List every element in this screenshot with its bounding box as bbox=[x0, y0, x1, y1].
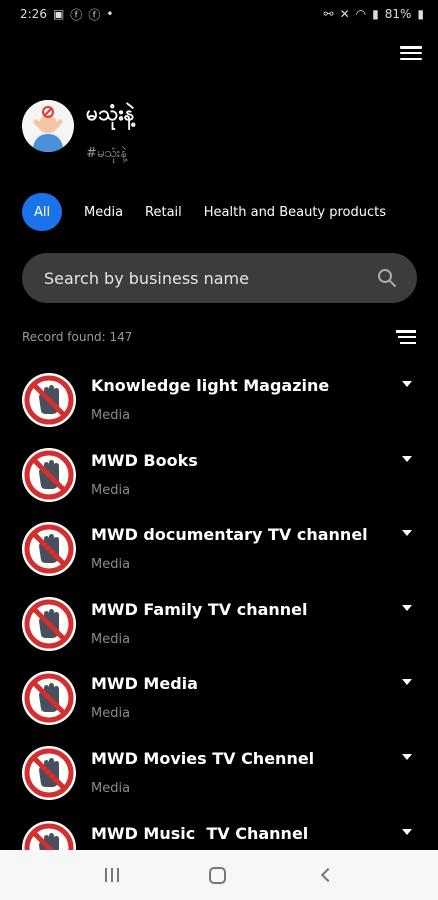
list-item[interactable]: MWD Movies TV Chennel Media bbox=[0, 739, 438, 814]
prohibited-hand-icon bbox=[22, 596, 76, 651]
chevron-down-icon[interactable] bbox=[402, 381, 412, 387]
prohibited-hand-icon bbox=[22, 373, 76, 427]
business-category: Media bbox=[91, 780, 131, 796]
home-icon[interactable] bbox=[209, 866, 227, 884]
recent-apps-icon[interactable] bbox=[105, 868, 120, 882]
business-name: MWD Media bbox=[91, 674, 198, 694]
navigation-bar bbox=[0, 850, 438, 900]
dot-icon: • bbox=[106, 7, 114, 21]
chevron-down-icon[interactable] bbox=[402, 455, 412, 462]
avatar bbox=[22, 100, 74, 152]
tab-all[interactable]: All bbox=[22, 193, 62, 231]
category-tabs: All Media Retail Health and Beauty produ… bbox=[22, 193, 438, 231]
tab-health-beauty[interactable]: Health and Beauty products bbox=[204, 205, 386, 220]
business-list: Knowledge light Magazine Media MWD Books… bbox=[0, 366, 438, 888]
chevron-down-icon[interactable] bbox=[402, 679, 412, 686]
chevron-down-icon[interactable] bbox=[402, 753, 412, 760]
list-item[interactable]: MWD Family TV channel Media bbox=[0, 590, 438, 665]
business-name: Knowledge light Magazine bbox=[91, 376, 330, 395]
search-bar bbox=[22, 253, 417, 303]
menu-icon[interactable] bbox=[400, 44, 422, 62]
link-icon: ⚯ bbox=[323, 7, 334, 21]
list-item[interactable]: MWD documentary TV channel Media bbox=[0, 515, 438, 590]
business-category: Media bbox=[91, 482, 131, 498]
record-row: Record found: 147 bbox=[22, 330, 416, 344]
tab-retail[interactable]: Retail bbox=[145, 205, 182, 220]
list-item[interactable]: Knowledge light Magazine Media bbox=[0, 366, 438, 441]
battery-icon: ▮ bbox=[417, 7, 424, 21]
page-handle: #မသုံးနဲ့ bbox=[86, 146, 127, 161]
record-count: Record found: 147 bbox=[22, 330, 133, 344]
battery-percent: 81% bbox=[384, 7, 412, 21]
search-icon[interactable] bbox=[377, 268, 397, 288]
prohibited-hand-icon bbox=[22, 522, 76, 577]
page-title: မသုံးနဲ့ bbox=[86, 101, 135, 125]
sort-icon[interactable] bbox=[396, 330, 416, 344]
chevron-down-icon[interactable] bbox=[402, 828, 412, 835]
business-category: Media bbox=[91, 706, 131, 722]
avatar-illustration-icon bbox=[22, 100, 74, 152]
facebook-icon: ⓕ bbox=[70, 7, 83, 22]
search-input[interactable] bbox=[44, 268, 364, 288]
business-category: Media bbox=[91, 557, 131, 573]
signal-icon: ▮ bbox=[372, 7, 379, 21]
tab-label: All bbox=[33, 204, 51, 220]
business-name: MWD Books bbox=[91, 450, 198, 470]
back-icon[interactable] bbox=[320, 867, 335, 883]
status-time: 2:26 bbox=[20, 7, 47, 21]
profile-header: မသုံးနဲ့ #မသုံးနဲ့ bbox=[22, 100, 135, 164]
list-item[interactable]: MWD Media Media bbox=[0, 664, 438, 739]
prohibited-hand-icon bbox=[22, 671, 76, 726]
facebook-icon: ⓕ bbox=[88, 7, 101, 22]
business-name: MWD Family TV channel bbox=[91, 599, 308, 619]
wifi-icon: ◠ bbox=[355, 7, 367, 21]
business-category: Media bbox=[91, 408, 131, 423]
business-name: MWD documentary TV channel bbox=[91, 525, 368, 545]
prohibited-hand-icon bbox=[22, 447, 76, 502]
business-name: MWD Music TV Channel bbox=[91, 823, 309, 843]
business-category: Media bbox=[91, 631, 131, 647]
list-item[interactable]: MWD Books Media bbox=[0, 441, 438, 516]
chevron-down-icon[interactable] bbox=[402, 604, 412, 611]
chevron-down-icon[interactable] bbox=[402, 530, 412, 537]
prohibited-hand-icon bbox=[22, 745, 76, 800]
business-name: MWD Movies TV Chennel bbox=[91, 748, 315, 768]
status-bar: 2:26 ▣ ⓕ ⓕ • ⚯ ✕ ◠ ▮ 81% ▮ bbox=[0, 0, 438, 28]
gallery-icon: ▣ bbox=[52, 7, 65, 21]
mute-icon: ✕ bbox=[339, 7, 350, 21]
tab-media[interactable]: Media bbox=[84, 205, 123, 220]
